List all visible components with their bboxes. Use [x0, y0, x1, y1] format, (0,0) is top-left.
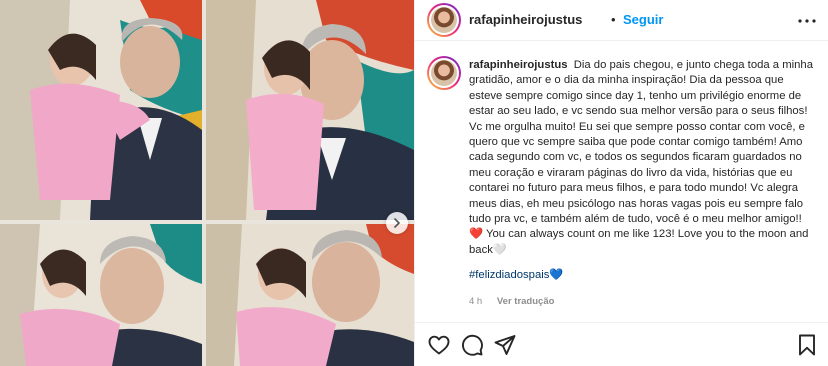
caption-text-end: You can always count on me like 123! Lov…: [469, 228, 809, 256]
photo-tile-top-right: [206, 0, 414, 220]
post-side-panel: rafapinheirojustus • Seguir rafapinheiro…: [414, 0, 828, 366]
paper-plane-icon: [494, 335, 516, 355]
more-options-button[interactable]: [797, 12, 817, 30]
caption-text: Dia do pais chegou, e junto chega toda a…: [469, 59, 813, 226]
photo-tile-top-left: [0, 0, 202, 220]
blue-heart-emoji: 💙: [549, 269, 564, 281]
author-avatar[interactable]: [427, 3, 461, 37]
chevron-right-icon: [394, 218, 400, 228]
time-ago: 4 h: [469, 296, 483, 307]
hashtag-link[interactable]: #felizdiadospais💙: [469, 268, 563, 281]
follow-button[interactable]: Seguir: [623, 12, 663, 27]
like-button[interactable]: [427, 333, 451, 357]
see-translation-button[interactable]: Ver tradução: [497, 296, 555, 307]
comment-button[interactable]: [460, 333, 484, 357]
author-username[interactable]: rafapinheirojustus: [469, 12, 582, 27]
post-caption: rafapinheirojustus Dia do pais chegou, e…: [469, 58, 817, 258]
bookmark-icon: [799, 334, 815, 356]
hashtag-text[interactable]: #felizdiadospais: [469, 269, 549, 281]
photo-tile-bottom-right: [206, 224, 414, 366]
comment-bubble-icon: [462, 334, 483, 356]
save-button[interactable]: [795, 333, 819, 357]
caption-author-avatar[interactable]: [427, 56, 461, 90]
comments-area: rafapinheirojustus Dia do pais chegou, e…: [415, 42, 828, 324]
post-header: rafapinheirojustus • Seguir: [415, 0, 828, 41]
post-actions-bar: [415, 322, 828, 366]
next-photo-button[interactable]: [386, 212, 408, 234]
photo-tile-bottom-left: [0, 224, 202, 366]
header-separator: •: [611, 12, 616, 27]
post-media-collage[interactable]: [0, 0, 414, 366]
caption-meta: 4 h Ver tradução: [469, 296, 554, 307]
caption-username[interactable]: rafapinheirojustus: [469, 59, 568, 71]
heart-outline-icon: [428, 335, 450, 355]
share-button[interactable]: [493, 333, 517, 357]
more-options-icon: [798, 19, 816, 23]
red-heart-emoji: ❤️: [469, 228, 484, 241]
